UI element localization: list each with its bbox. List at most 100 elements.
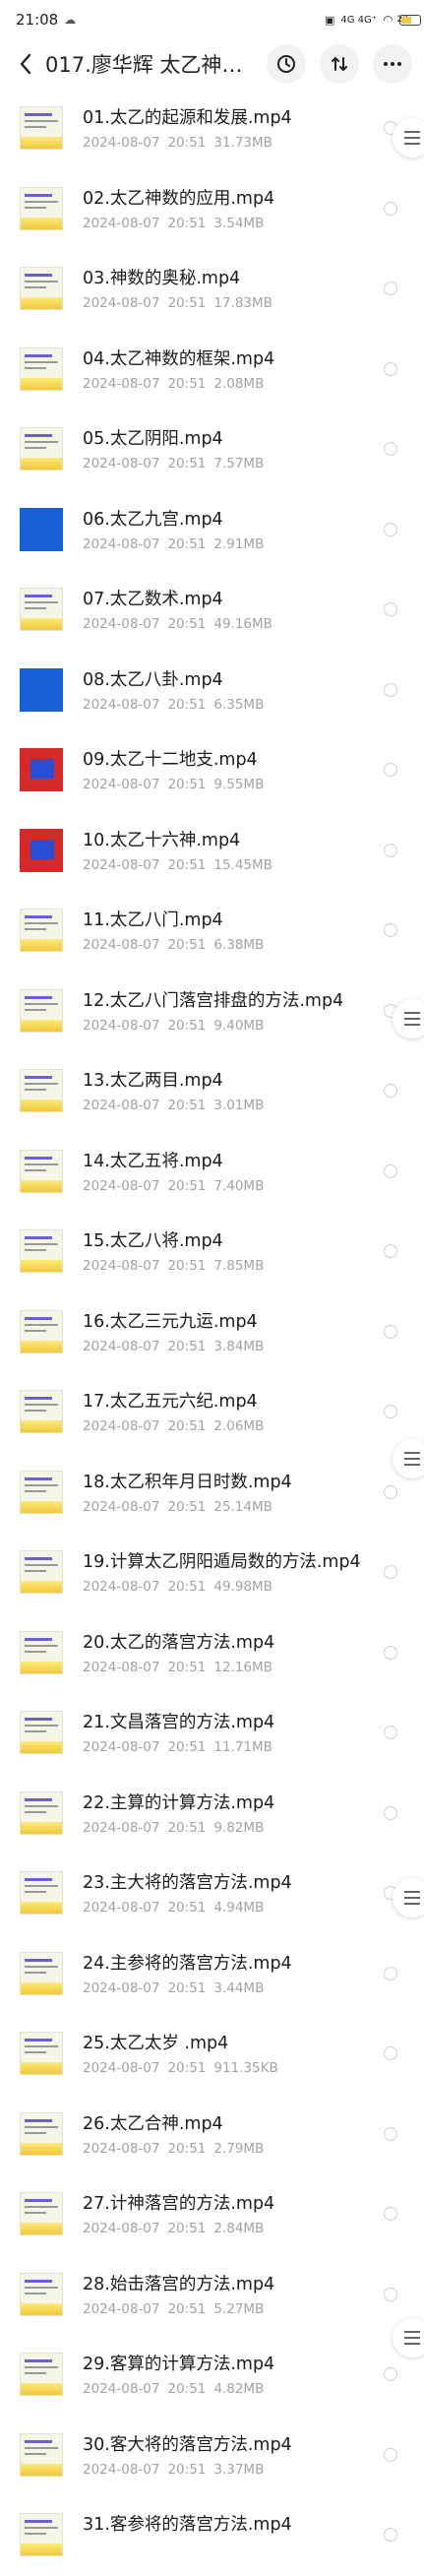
file-meta: 2024-08-07 20:51 2.84MB bbox=[83, 2221, 274, 2236]
file-row[interactable]: 05.太乙阴阳.mp4 2024-08-07 20:51 7.57MB bbox=[0, 409, 424, 490]
menu-handle-icon[interactable] bbox=[393, 999, 424, 1038]
select-radio[interactable] bbox=[384, 1805, 397, 1820]
video-thumbnail bbox=[20, 1149, 63, 1193]
file-row[interactable]: 16.太乙三元九运.mp4 2024-08-07 20:51 3.84MB bbox=[0, 1292, 424, 1373]
more-button[interactable] bbox=[373, 44, 412, 84]
file-size: 2.06MB bbox=[213, 1418, 265, 1434]
select-radio[interactable] bbox=[384, 1565, 397, 1579]
select-radio[interactable] bbox=[384, 522, 397, 536]
file-row[interactable]: 10.太乙十六神.mp4 2024-08-07 20:51 15.45MB bbox=[0, 811, 424, 892]
file-meta: 2024-08-07 20:51 3.37MB bbox=[83, 2462, 292, 2478]
select-radio[interactable] bbox=[384, 2447, 397, 2462]
file-size: 6.35MB bbox=[213, 696, 265, 713]
file-name: 02.太乙神数的应用.mp4 bbox=[83, 188, 275, 209]
file-name: 01.太乙的起源和发展.mp4 bbox=[83, 108, 292, 128]
file-row[interactable]: 01.太乙的起源和发展.mp4 2024-08-07 20:51 31.73MB bbox=[0, 89, 424, 169]
select-radio[interactable] bbox=[384, 2287, 397, 2301]
file-row[interactable]: 04.太乙神数的框架.mp4 2024-08-07 20:51 2.08MB bbox=[0, 330, 424, 410]
file-row[interactable]: 31.客参将的落宫方法.mp4 bbox=[0, 2495, 424, 2576]
file-name: 13.太乙两目.mp4 bbox=[83, 1071, 223, 1091]
back-arrow-icon[interactable] bbox=[12, 44, 39, 84]
file-row[interactable]: 06.太乙九宫.mp4 2024-08-07 20:51 2.91MB bbox=[0, 490, 424, 571]
video-thumbnail bbox=[20, 909, 63, 952]
select-radio[interactable] bbox=[384, 201, 397, 216]
file-date: 2024-08-07 bbox=[83, 1739, 160, 1755]
file-row[interactable]: 18.太乙积年月日时数.mp4 2024-08-07 20:51 25.14MB bbox=[0, 1453, 424, 1534]
file-time: 20:51 bbox=[167, 1900, 207, 1916]
file-row[interactable]: 19.计算太乙阴阳遁局数的方法.mp4 2024-08-07 20:51 49.98M… bbox=[0, 1533, 424, 1613]
file-row[interactable]: 14.太乙五将.mp4 2024-08-07 20:51 7.40MB bbox=[0, 1132, 424, 1213]
file-meta: 2024-08-07 20:51 11.71MB bbox=[83, 1739, 280, 1755]
file-time: 20:51 bbox=[167, 375, 207, 392]
file-row[interactable]: 23.主大将的落宫方法.mp4 2024-08-07 20:51 4.94MB bbox=[0, 1853, 424, 1934]
video-thumbnail bbox=[20, 667, 63, 712]
select-radio[interactable] bbox=[384, 2367, 397, 2381]
file-row[interactable]: 08.太乙八卦.mp4 2024-08-07 20:51 6.35MB bbox=[0, 651, 424, 731]
file-date: 2024-08-07 bbox=[83, 456, 160, 471]
file-row[interactable]: 07.太乙数术.mp4 2024-08-07 20:51 49.16MB bbox=[0, 570, 424, 651]
file-row[interactable]: 28.始击落宫的方法.mp4 2024-08-07 20:51 5.27MB bbox=[0, 2255, 424, 2336]
select-radio[interactable] bbox=[384, 2046, 397, 2060]
select-radio[interactable] bbox=[384, 1645, 397, 1660]
video-thumbnail bbox=[20, 507, 63, 551]
select-radio[interactable] bbox=[384, 2126, 397, 2141]
select-radio[interactable] bbox=[384, 1484, 397, 1499]
select-radio[interactable] bbox=[384, 1405, 397, 1418]
select-radio[interactable] bbox=[384, 1163, 397, 1178]
select-radio[interactable] bbox=[384, 843, 397, 857]
file-row[interactable]: 27.计神落宫的方法.mp4 2024-08-07 20:51 2.84MB bbox=[0, 2174, 424, 2255]
file-row[interactable]: 26.太乙合神.mp4 2024-08-07 20:51 2.79MB bbox=[0, 2095, 424, 2175]
history-button[interactable] bbox=[267, 44, 306, 84]
select-radio[interactable] bbox=[384, 1324, 397, 1339]
file-name: 04.太乙神数的框架.mp4 bbox=[83, 348, 275, 369]
select-radio[interactable] bbox=[384, 602, 397, 616]
file-row[interactable]: 03.神数的奥秘.mp4 2024-08-07 20:51 17.83MB bbox=[0, 249, 424, 330]
file-time: 20:51 bbox=[167, 1258, 207, 1274]
file-row[interactable]: 17.太乙五元六纪.mp4 2024-08-07 20:51 2.06MB bbox=[0, 1372, 424, 1453]
select-radio[interactable] bbox=[384, 682, 397, 697]
select-radio[interactable] bbox=[384, 1244, 397, 1258]
file-row[interactable]: 12.太乙八门落宫排盘的方法.mp4 2024-08-07 20:51 9.40MB bbox=[0, 972, 424, 1052]
select-radio[interactable] bbox=[384, 361, 397, 376]
file-date: 2024-08-07 bbox=[83, 1177, 160, 1194]
menu-handle-icon[interactable] bbox=[393, 118, 424, 157]
select-radio[interactable] bbox=[384, 442, 397, 456]
file-time: 20:51 bbox=[167, 937, 207, 953]
file-row[interactable]: 25.太乙太岁 .mp4 2024-08-07 20:51 911.35KB bbox=[0, 2014, 424, 2095]
select-radio[interactable] bbox=[384, 763, 397, 777]
file-info: 31.客参将的落宫方法.mp4 bbox=[83, 2511, 292, 2557]
file-size: 11.71MB bbox=[213, 1739, 273, 1755]
file-row[interactable]: 22.主算的计算方法.mp4 2024-08-07 20:51 9.82MB bbox=[0, 1774, 424, 1854]
select-radio[interactable] bbox=[384, 1726, 397, 1739]
select-radio[interactable] bbox=[384, 1966, 397, 1980]
select-radio[interactable] bbox=[384, 923, 397, 937]
select-radio[interactable] bbox=[384, 2528, 397, 2542]
menu-handle-icon[interactable] bbox=[393, 1878, 424, 1917]
file-row[interactable]: 13.太乙两目.mp4 2024-08-07 20:51 3.01MB bbox=[0, 1051, 424, 1132]
file-name: 15.太乙八将.mp4 bbox=[83, 1231, 223, 1251]
file-row[interactable]: 24.主参将的落宫方法.mp4 2024-08-07 20:51 3.44MB bbox=[0, 1934, 424, 2015]
menu-handle-icon[interactable] bbox=[393, 1439, 424, 1478]
file-row[interactable]: 29.客算的计算方法.mp4 2024-08-07 20:51 4.82MB bbox=[0, 2335, 424, 2416]
video-thumbnail bbox=[20, 828, 63, 872]
file-row[interactable]: 02.太乙神数的应用.mp4 2024-08-07 20:51 3.54MB bbox=[0, 169, 424, 250]
file-time: 20:51 bbox=[167, 2060, 207, 2076]
file-row[interactable]: 20.太乙的落宫方法.mp4 2024-08-07 20:51 12.16MB bbox=[0, 1613, 424, 1694]
file-size: 3.01MB bbox=[213, 1098, 265, 1113]
file-meta: 2024-08-07 20:51 9.82MB bbox=[83, 1820, 274, 1836]
file-size: 3.37MB bbox=[213, 2461, 265, 2478]
file-meta: 2024-08-07 20:51 4.94MB bbox=[83, 1900, 292, 1916]
file-row[interactable]: 15.太乙八将.mp4 2024-08-07 20:51 7.85MB bbox=[0, 1212, 424, 1292]
select-radio[interactable] bbox=[384, 282, 397, 295]
file-size: 4.82MB bbox=[213, 2381, 265, 2397]
file-row[interactable]: 09.太乙十二地支.mp4 2024-08-07 20:51 9.55MB bbox=[0, 730, 424, 811]
video-thumbnail bbox=[20, 2353, 63, 2396]
menu-handle-icon[interactable] bbox=[393, 2318, 424, 2357]
select-radio[interactable] bbox=[384, 1084, 397, 1098]
sort-button[interactable] bbox=[320, 44, 359, 84]
file-name: 07.太乙数术.mp4 bbox=[83, 590, 223, 609]
file-row[interactable]: 21.文昌落宫的方法.mp4 2024-08-07 20:51 11.71MB bbox=[0, 1693, 424, 1774]
select-radio[interactable] bbox=[384, 2207, 397, 2221]
file-row[interactable]: 30.客大将的落宫方法.mp4 2024-08-07 20:51 3.37MB bbox=[0, 2416, 424, 2496]
file-row[interactable]: 11.太乙八门.mp4 2024-08-07 20:51 6.38MB bbox=[0, 891, 424, 972]
